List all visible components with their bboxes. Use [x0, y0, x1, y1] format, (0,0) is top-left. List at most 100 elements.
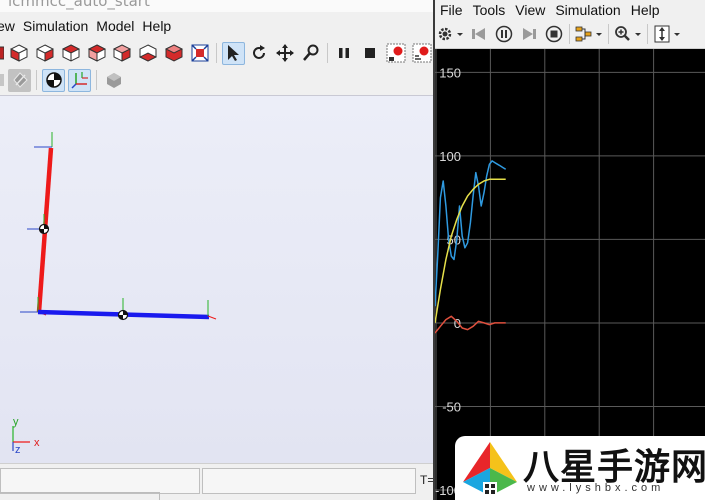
window-title-bar: lcmmcc_auto_start [0, 0, 433, 12]
toolbar-separator [36, 70, 37, 90]
view-toolbar [0, 39, 433, 67]
fit-to-view-button[interactable] [188, 42, 211, 65]
view-left-icon [61, 44, 80, 62]
y-tick-label: 150 [439, 65, 461, 80]
menu-view[interactable]: View [510, 2, 550, 18]
pan-icon [275, 44, 294, 62]
simulation-time-label: T= [420, 473, 433, 487]
view-top-button[interactable] [111, 42, 134, 65]
pause-icon [339, 48, 350, 58]
stop-button[interactable] [542, 22, 565, 45]
pause-button[interactable] [333, 42, 356, 65]
view-right-icon [87, 44, 106, 62]
frame-icon [0, 74, 4, 86]
scope-window: File Tools View Simulation Help 150 100 … [433, 0, 705, 500]
toolbar-separator [216, 43, 217, 63]
site-watermark: 八星手游网 www.lyshbx.com [455, 436, 705, 500]
triad-z-label: z [15, 444, 21, 456]
convex-hull-button[interactable] [8, 68, 31, 92]
select-cursor-icon [228, 45, 240, 61]
window-title: lcmmcc_auto_start [8, 0, 150, 10]
view-bottom-button[interactable] [137, 42, 160, 65]
step-back-button[interactable] [467, 22, 490, 45]
frame-blue-end-x-axis [207, 315, 217, 320]
run-icon [495, 25, 512, 42]
watermark-logo [463, 442, 517, 496]
y-tick-label: -50 [442, 399, 461, 414]
status-field-progress [202, 468, 416, 494]
display-toolbar [0, 67, 433, 93]
layout-button[interactable] [574, 22, 604, 45]
view-front-button[interactable] [8, 42, 31, 65]
view-right-button[interactable] [85, 42, 108, 65]
view-iso-button[interactable] [163, 42, 186, 65]
fit-to-view-icon [191, 44, 209, 62]
settings-button[interactable] [435, 22, 465, 45]
menu-model[interactable]: Model [96, 18, 142, 34]
menu-help[interactable]: Help [142, 18, 179, 34]
y-tick-label: 100 [439, 149, 461, 164]
run-button[interactable] [492, 22, 515, 45]
view-back-icon [36, 44, 54, 62]
toolbar-separator [96, 70, 97, 90]
stop-button[interactable] [359, 42, 382, 65]
rotate-button[interactable] [248, 42, 271, 65]
view-left-button[interactable] [60, 42, 83, 65]
triad-x-label: x [34, 437, 40, 449]
save-view-icon [106, 73, 121, 88]
save-view-button[interactable] [102, 69, 125, 92]
triad-y-label: y [13, 416, 19, 428]
toolbar-separator [608, 23, 609, 44]
view-top-icon [113, 44, 132, 62]
center-of-mass-marker-blue [117, 309, 129, 321]
step-forward-button[interactable] [517, 22, 540, 45]
record-settings-icon [412, 43, 432, 63]
cube-icon [0, 46, 4, 60]
3d-viewport[interactable]: y x z [0, 95, 433, 463]
menu-view[interactable]: ew [0, 18, 23, 34]
menu-tools[interactable]: Tools [468, 2, 511, 18]
menu-simulation[interactable]: Simulation [550, 2, 625, 18]
view-iso-icon [164, 44, 183, 62]
zoom-in-button[interactable] [613, 22, 643, 45]
stop-icon [365, 48, 376, 58]
menu-file[interactable]: File [435, 2, 468, 18]
select-button[interactable] [221, 41, 245, 65]
pan-button[interactable] [273, 42, 296, 65]
view-bottom-icon [139, 44, 158, 62]
view-front-icon [10, 44, 28, 62]
center-of-mass-marker-red [38, 223, 50, 235]
center-of-mass-icon [45, 72, 62, 88]
menu-bar: ew Simulation Model Help [0, 15, 433, 37]
menu-simulation[interactable]: Simulation [23, 18, 96, 34]
record-icon [386, 43, 406, 63]
layout-icon [575, 26, 602, 41]
record-button[interactable] [384, 42, 407, 65]
autoscale-button[interactable] [652, 22, 682, 45]
zoom-in-icon [615, 25, 641, 41]
step-back-icon [471, 27, 485, 40]
view-cube-partial-button[interactable] [0, 42, 5, 65]
scope-axes: 150100500-50-100 [435, 49, 705, 500]
coordinate-frames-button[interactable] [68, 68, 91, 92]
frame-button[interactable] [0, 69, 5, 92]
mechanism-scene: y x z [12, 132, 217, 456]
record-settings-button[interactable] [410, 42, 433, 65]
screen: lcmmcc_auto_start ew Simulation Model He… [0, 0, 705, 500]
scope-menu-bar: File Tools View Simulation Help [435, 0, 705, 19]
view-back-button[interactable] [34, 42, 57, 65]
convex-hull-icon [12, 72, 28, 88]
coordinate-frames-icon [70, 72, 88, 89]
window-edge [0, 492, 160, 500]
status-field-message [0, 468, 200, 494]
zoom-button[interactable] [299, 42, 322, 65]
menu-help[interactable]: Help [626, 2, 665, 18]
y-tick-label: 0 [454, 316, 461, 331]
settings-gear-icon [438, 27, 463, 40]
scope-plot-area[interactable]: 150 100 50 0 -50 -100 [435, 49, 705, 500]
center-of-mass-button[interactable] [42, 68, 65, 92]
toolbar-separator [569, 23, 570, 44]
rotate-icon [253, 45, 266, 59]
mechanics-explorer-window: lcmmcc_auto_start ew Simulation Model He… [0, 0, 433, 500]
scope-toolbar [435, 19, 705, 49]
